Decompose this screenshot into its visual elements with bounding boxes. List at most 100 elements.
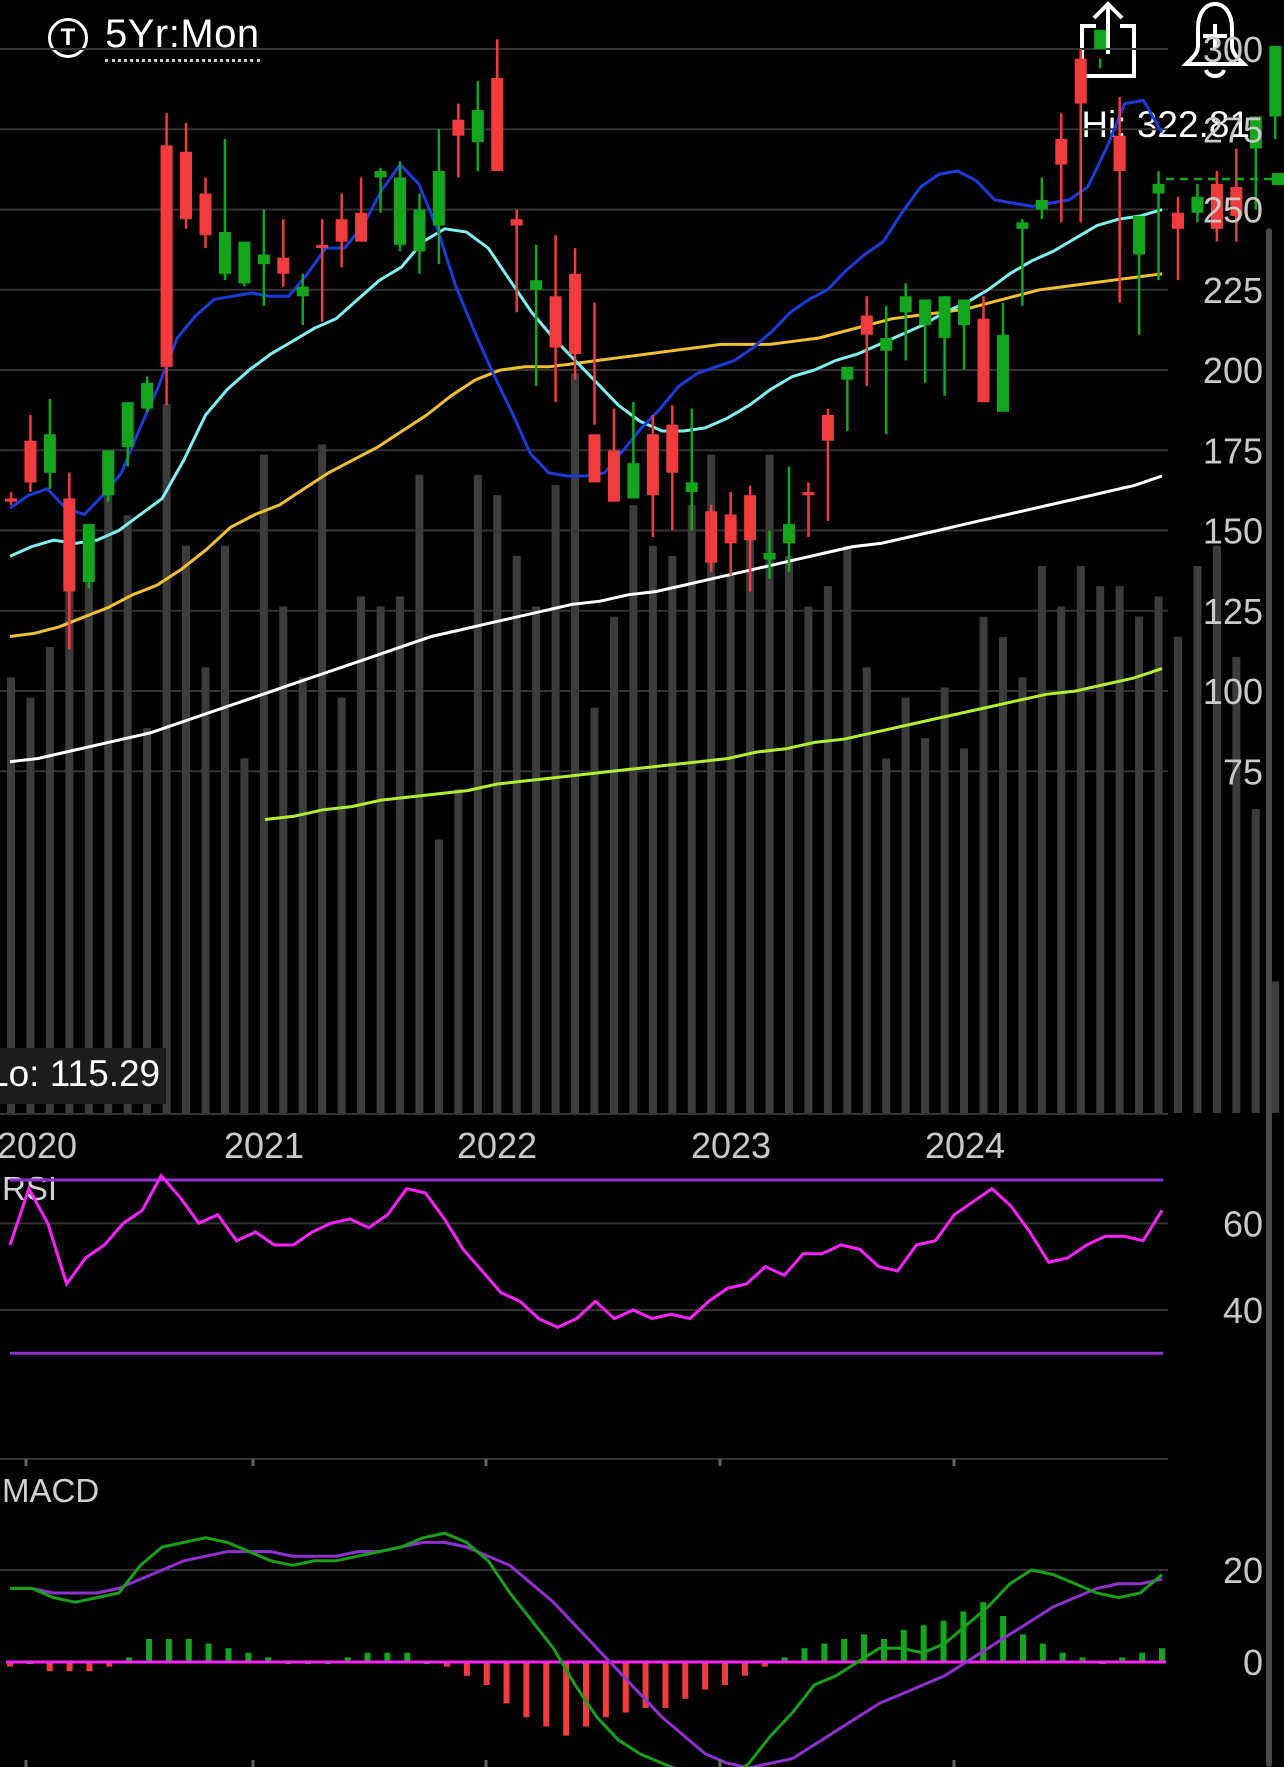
candle-body <box>394 177 406 245</box>
candle-body <box>977 318 990 403</box>
macd-histogram-bar <box>463 1662 470 1676</box>
volume-bar <box>882 758 891 1113</box>
volume-bar <box>785 555 793 1113</box>
candle-body <box>588 434 601 483</box>
macd-histogram-bar <box>1039 1643 1046 1662</box>
volume-bar <box>1135 616 1144 1113</box>
volume-bar <box>921 738 930 1113</box>
candle-body <box>1113 135 1126 172</box>
candle-body <box>63 498 76 592</box>
candle-body <box>1035 199 1048 210</box>
macd-histogram-bar <box>165 1639 172 1662</box>
candle-body <box>724 514 737 544</box>
candle-body <box>218 232 231 274</box>
candle-body <box>5 498 17 502</box>
macd-histogram-bar <box>662 1662 669 1708</box>
macd-histogram-bar <box>523 1662 530 1718</box>
macd-histogram-bar <box>1159 1648 1165 1662</box>
macd-signal-line <box>10 1540 1163 1767</box>
macd-histogram-bar <box>821 1643 828 1662</box>
candle-body <box>121 402 134 448</box>
candle-body <box>607 450 620 502</box>
volume-bars <box>7 373 1280 1113</box>
price-tick-label: 100 <box>1203 671 1263 712</box>
macd-histogram-bar <box>900 1629 907 1662</box>
candle-body <box>880 337 893 351</box>
candle-body <box>919 299 932 326</box>
volume-bar <box>162 403 171 1113</box>
price-tick-label: 175 <box>1203 430 1263 471</box>
macd-histogram-bar <box>960 1611 967 1662</box>
volume-bar <box>493 495 502 1113</box>
volume-bar <box>901 697 910 1113</box>
macd-histogram-bar <box>622 1662 629 1713</box>
volume-bar <box>182 545 191 1113</box>
stock-chart[interactable]: 30027525022520017515012510075 Lo: 115.29… <box>0 0 1284 1767</box>
macd-histogram-bar <box>920 1625 927 1662</box>
low-price-text: Lo: 115.29 <box>0 1053 160 1094</box>
volume-bar <box>318 444 327 1113</box>
candle-body <box>1094 29 1107 50</box>
candle-body <box>763 553 776 560</box>
candle-body <box>938 296 951 338</box>
macd-tick-label: 0 <box>1243 1642 1263 1683</box>
macd-histogram-bar <box>1019 1634 1026 1662</box>
price-axis: 300 275 250 225 200 175 150 125 100 75 <box>1203 29 1263 792</box>
macd-panel: MACD 20 0 <box>0 1472 1263 1767</box>
volume-bar <box>1057 606 1066 1113</box>
volume-bar <box>590 707 599 1113</box>
candle-body <box>102 450 115 496</box>
year-label: 2020 <box>0 1125 77 1166</box>
candle-body <box>646 434 659 496</box>
candle-body <box>569 273 582 355</box>
volume-bar <box>65 586 74 1113</box>
rsi-tick-label: 40 <box>1223 1290 1263 1331</box>
volume-bar <box>940 687 949 1113</box>
price-tick-label: 75 <box>1223 751 1263 792</box>
macd-tick-label: 20 <box>1223 1550 1263 1591</box>
macd-histogram-bar <box>702 1662 709 1690</box>
volume-bar <box>104 484 113 1113</box>
volume-bar <box>357 596 366 1113</box>
candle-body <box>958 299 971 326</box>
volume-bar <box>7 677 15 1113</box>
candle-body <box>860 315 873 335</box>
candle-body <box>1191 196 1204 213</box>
macd-macd-line <box>10 1531 1163 1767</box>
volume-bar <box>376 606 385 1113</box>
volume-bar <box>434 839 443 1113</box>
price-tick-label: 150 <box>1203 511 1263 552</box>
volume-bar <box>1232 657 1241 1113</box>
macd-histogram-bar <box>146 1639 153 1662</box>
macd-histogram-bar <box>185 1639 192 1662</box>
macd-histogram-bar <box>503 1662 510 1704</box>
price-tick-label: 250 <box>1203 190 1263 231</box>
macd-histogram-bar <box>682 1662 689 1699</box>
volume-bar <box>240 758 249 1113</box>
volume-bar <box>551 484 560 1113</box>
volume-bar <box>279 606 288 1113</box>
volume-bar <box>823 586 832 1113</box>
volume-bar <box>45 647 54 1113</box>
macd-histogram-bar <box>583 1662 589 1727</box>
candle-body <box>24 440 37 483</box>
candle-body <box>82 524 95 582</box>
volume-bar <box>1037 565 1046 1113</box>
candle-body <box>413 209 426 252</box>
rsi-panel: RSI 6040 <box>0 1170 1263 1466</box>
macd-histogram-bar <box>225 1648 232 1662</box>
volume-bar <box>415 474 424 1113</box>
candle-body <box>821 415 834 441</box>
year-axis: 2020 2021 2022 2023 2024 <box>0 1125 1005 1166</box>
candle-body <box>549 296 562 348</box>
candle-body <box>841 366 854 380</box>
candle-body <box>180 151 193 220</box>
macd-histogram-bar <box>483 1662 490 1685</box>
scrollbar[interactable] <box>1266 228 1272 1767</box>
volume-bar <box>1251 809 1260 1113</box>
candle-body <box>705 511 718 563</box>
candle-body <box>1055 138 1068 165</box>
candle-body <box>510 219 523 226</box>
volume-bar <box>298 677 307 1113</box>
candle-body <box>627 463 640 499</box>
